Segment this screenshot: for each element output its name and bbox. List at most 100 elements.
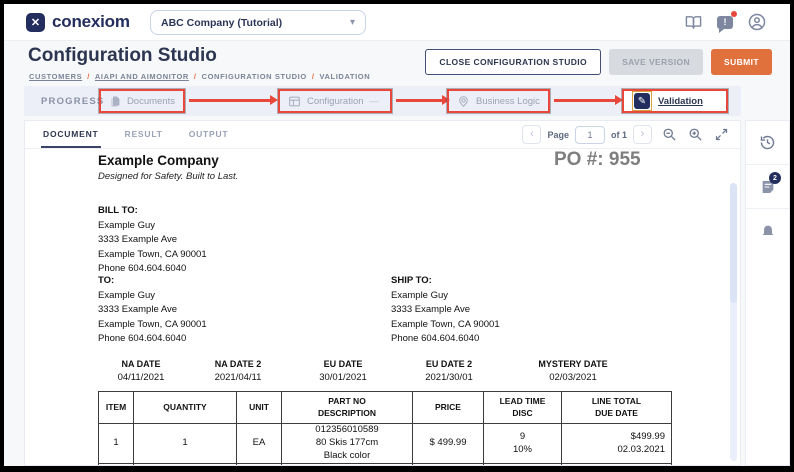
progress-step-label: Validation <box>658 96 703 107</box>
breadcrumb: CUSTOMERS / AIAPI AND AIMONITOR / CONFIGURAT… <box>29 72 370 81</box>
bill-to-line: Example Town, CA 90001 <box>98 248 207 263</box>
progress-bar: PROGRESS Documents Configuration — Busin… <box>24 86 741 116</box>
to-line: Phone 604.604.6040 <box>98 332 207 347</box>
breadcrumb-aiapi-and-aimonitor[interactable]: AIAPI AND AIMONITOR <box>95 72 189 81</box>
document-scrollbar[interactable] <box>730 183 737 461</box>
progress-step-validation[interactable]: ✎ Validation <box>622 89 728 113</box>
col-item: ITEM <box>99 392 134 424</box>
progress-label: PROGRESS <box>41 96 104 107</box>
date-label: EU DATE <box>285 359 401 369</box>
doc-date: NA DATE 04/11/2021 <box>91 359 191 383</box>
bill-to-heading: BILL TO: <box>98 204 207 219</box>
col-quantity: QUANTITY <box>134 392 237 424</box>
col-line-total-due-date: LINE TOTALDUE DATE <box>562 392 672 424</box>
validation-icon-highlight: ✎ <box>632 91 652 111</box>
cell-item: 1 <box>99 424 134 464</box>
tab-result[interactable]: RESULT <box>123 129 165 148</box>
cell-lead-time-disc: 910% <box>484 424 562 464</box>
validation-icon: ✎ <box>634 93 650 109</box>
to-heading: TO: <box>98 274 207 289</box>
version-history-button[interactable] <box>746 121 789 165</box>
configuration-icon <box>288 95 301 108</box>
progress-step-configuration[interactable]: Configuration — <box>278 89 392 113</box>
close-configuration-studio-button[interactable]: CLOSE CONFIGURATION STUDIO <box>425 49 601 75</box>
ship-to-line: Phone 604.604.6040 <box>391 332 500 347</box>
ship-to-line: Example Town, CA 90001 <box>391 318 500 333</box>
date-label: EU DATE 2 <box>401 359 497 369</box>
progress-arrow <box>189 99 271 102</box>
doc-date: NA DATE 2 2021/04/11 <box>191 359 285 383</box>
progress-arrow <box>396 99 443 102</box>
scrollbar-thumb[interactable] <box>730 183 737 303</box>
company-selector-dropdown[interactable]: ABC Company (Tutorial) ▾ <box>150 10 366 35</box>
doc-company-name: Example Company <box>98 153 219 168</box>
doc-dates-row: NA DATE 04/11/2021 NA DATE 2 2021/04/11 … <box>91 359 649 383</box>
help-book-icon[interactable] <box>684 13 702 31</box>
date-value: 2021/30/01 <box>401 372 497 383</box>
submit-button[interactable]: SUBMIT <box>711 49 772 75</box>
to-line: Example Guy <box>98 289 207 304</box>
breadcrumb-validation: VALIDATION <box>320 72 371 81</box>
bill-to-line: Example Guy <box>98 219 207 234</box>
ship-to-line: Example Guy <box>391 289 500 304</box>
zoom-out-icon[interactable] <box>661 126 678 143</box>
col-unit: UNIT <box>237 392 282 424</box>
date-label: MYSTERY DATE <box>497 359 649 369</box>
page-title: Configuration Studio <box>28 45 217 67</box>
fullscreen-icon[interactable] <box>713 126 730 143</box>
doc-bill-to-block: BILL TO: Example Guy 3333 Example Ave Ex… <box>98 204 207 277</box>
cell-part-no-description: 01235601058980 Skis 177cmBlack color <box>282 424 413 464</box>
app-window: ✕ conexiom ABC Company (Tutorial) ▾ ! Co… <box>4 4 790 466</box>
table-row-partial <box>99 464 672 466</box>
bell-icon <box>760 223 776 239</box>
right-toolbar: 2 <box>745 120 790 466</box>
document-viewer-panel: DOCUMENT RESULT OUTPUT ‹ Page of 1 › Exa… <box>24 120 741 466</box>
doc-ship-to-block: SHIP TO: Example Guy 3333 Example Ave Ex… <box>391 274 500 347</box>
zoom-in-icon[interactable] <box>687 126 704 143</box>
top-bar: ✕ conexiom ABC Company (Tutorial) ▾ ! <box>4 4 790 41</box>
progress-step-label: Business Logic <box>476 96 540 107</box>
progress-step-business-logic[interactable]: Business Logic <box>447 89 550 113</box>
tab-output[interactable]: OUTPUT <box>187 129 231 148</box>
breadcrumb-customers[interactable]: CUSTOMERS <box>29 72 82 81</box>
col-lead-time-disc: LEAD TIMEDISC <box>484 392 562 424</box>
cell-quantity: 1 <box>134 424 237 464</box>
business-logic-icon <box>457 95 470 108</box>
doc-date: EU DATE 2 2021/30/01 <box>401 359 497 383</box>
bill-to-line: 3333 Example Ave <box>98 233 207 248</box>
breadcrumb-configuration-studio: CONFIGURATION STUDIO <box>202 72 307 81</box>
ship-to-line: 3333 Example Ave <box>391 303 500 318</box>
conexiom-logo-icon: ✕ <box>26 13 45 32</box>
page-count-label: of 1 <box>611 130 627 140</box>
user-profile-icon[interactable] <box>748 13 766 31</box>
page-label: Page <box>547 130 569 140</box>
notifications-icon[interactable]: ! <box>716 13 734 31</box>
conexiom-logo-text: conexiom <box>52 12 130 32</box>
progress-arrow <box>554 99 616 102</box>
save-version-button[interactable]: SAVE VERSION <box>609 49 703 75</box>
date-value: 30/01/2021 <box>285 372 401 383</box>
to-line: 3333 Example Ave <box>98 303 207 318</box>
doc-to-block: TO: Example Guy 3333 Example Ave Example… <box>98 274 207 347</box>
table-row: 1 1 EA 01235601058980 Skis 177cmBlack co… <box>99 424 672 464</box>
chevron-down-icon: ▾ <box>350 17 355 28</box>
page-previous-button[interactable]: ‹ <box>522 125 541 144</box>
progress-step-documents[interactable]: Documents <box>99 89 185 113</box>
tab-document[interactable]: DOCUMENT <box>41 129 101 148</box>
page-next-button[interactable]: › <box>633 125 652 144</box>
breadcrumb-separator: / <box>194 72 197 81</box>
notification-dot <box>731 11 737 17</box>
notes-button[interactable]: 2 <box>746 165 789 209</box>
breadcrumb-separator: / <box>312 72 315 81</box>
cell-line-total-due-date: $499.9902.03.2021 <box>562 424 672 464</box>
date-label: NA DATE 2 <box>191 359 285 369</box>
doc-line-items-table: ITEM QUANTITY UNIT PART NODESCRIPTION PR… <box>98 391 672 465</box>
to-line: Example Town, CA 90001 <box>98 318 207 333</box>
cell-price: $ 499.99 <box>413 424 484 464</box>
breadcrumb-separator: / <box>87 72 90 81</box>
date-value: 04/11/2021 <box>91 372 191 383</box>
table-header-row: ITEM QUANTITY UNIT PART NODESCRIPTION PR… <box>99 392 672 424</box>
alerts-button[interactable] <box>746 209 789 253</box>
page-number-input[interactable] <box>575 126 605 144</box>
company-selector-value: ABC Company (Tutorial) <box>161 17 282 29</box>
